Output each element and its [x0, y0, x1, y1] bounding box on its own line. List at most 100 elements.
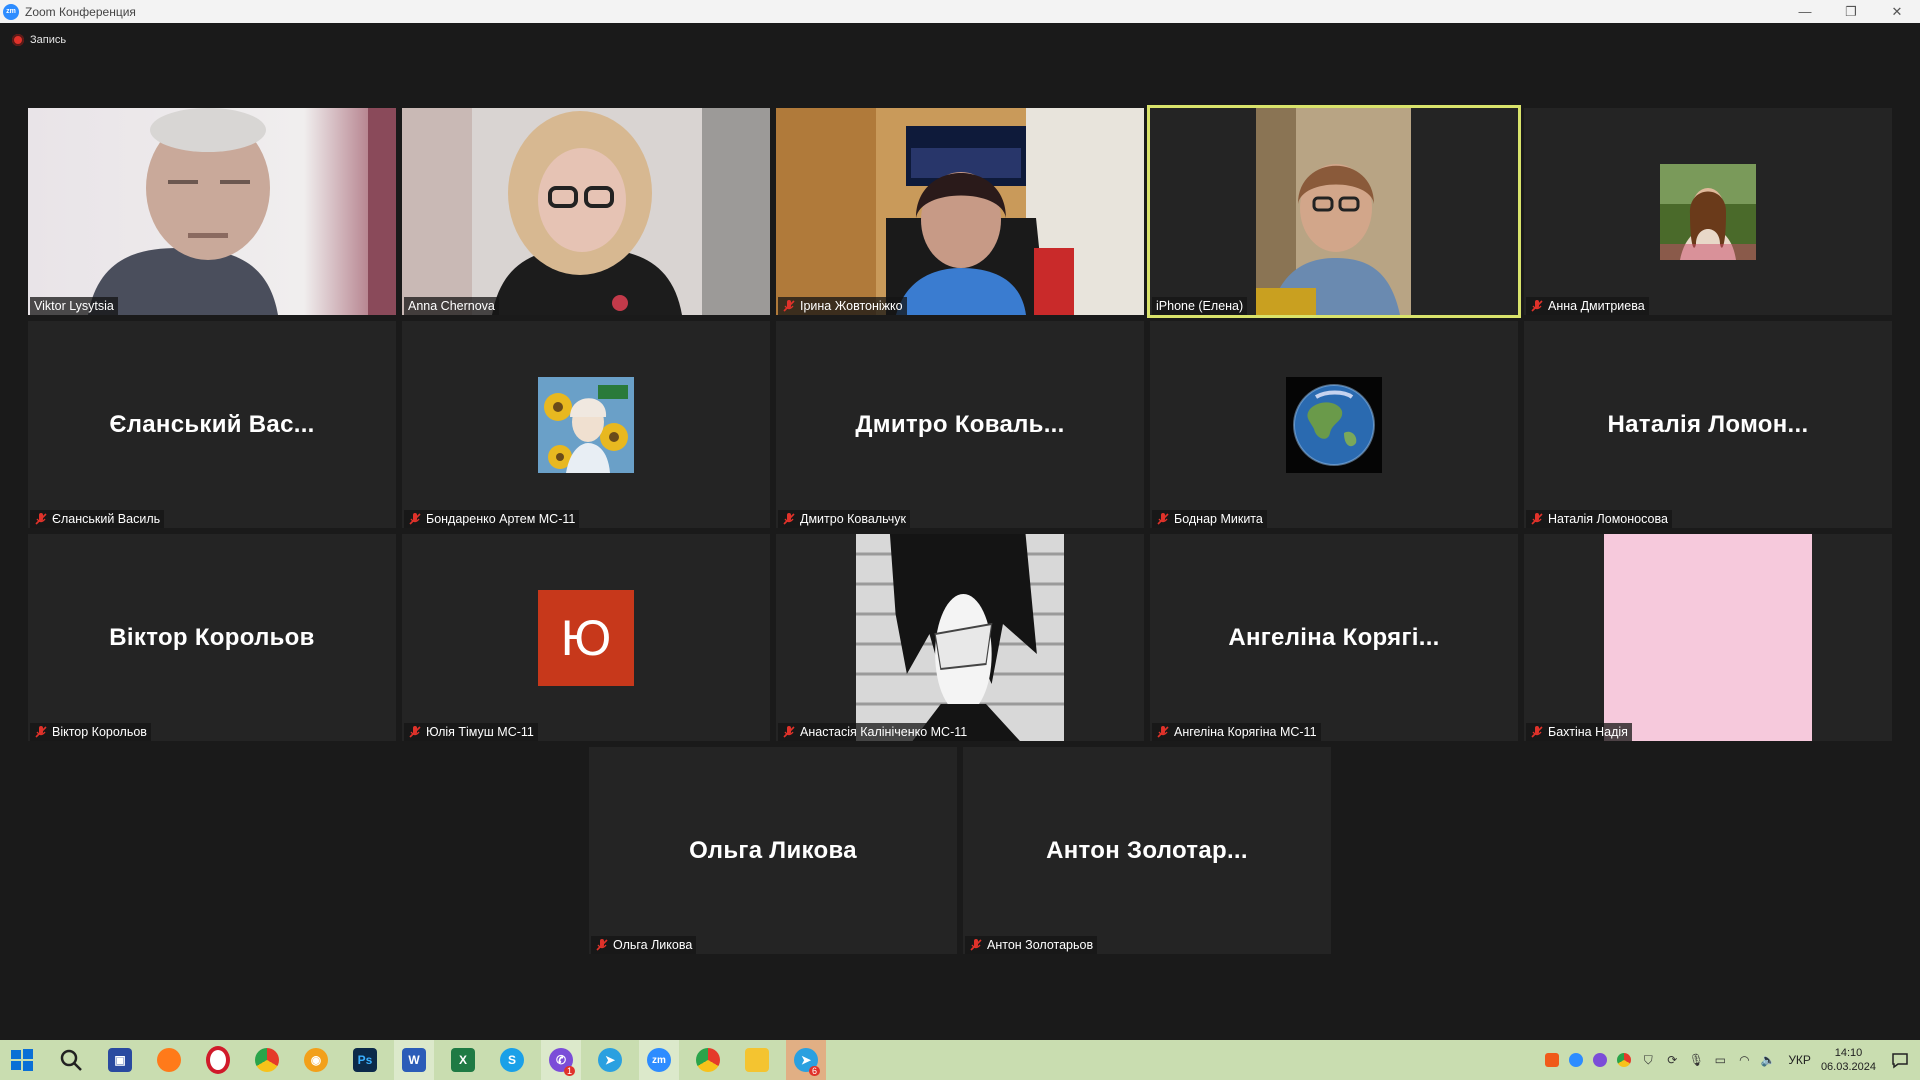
mic-muted-icon: [1157, 513, 1169, 525]
globe-icon: [1286, 376, 1382, 473]
tray-shield-icon[interactable]: ⛉: [1639, 1051, 1657, 1069]
video-tile-anastasia-kalinichenko[interactable]: Анастасія Калініченко МС-11: [776, 534, 1144, 741]
mic-muted-icon: [1531, 726, 1543, 738]
mic-muted-icon: [970, 939, 982, 951]
participant-name-label: Юлія Тімуш МС-11: [404, 723, 538, 741]
mic-muted-icon: [1531, 300, 1543, 312]
clock-time: 14:10: [1834, 1047, 1863, 1059]
participant-display-name: Єланський Вас...: [109, 410, 315, 438]
tray-sync-icon[interactable]: ⟳: [1663, 1051, 1681, 1069]
taskbar-app-eye[interactable]: ◉: [296, 1040, 336, 1080]
telegram-icon: ➤: [598, 1048, 622, 1072]
participant-name-label: Віктор Корольов: [30, 723, 151, 741]
taskbar-app-viber[interactable]: ✆ 1: [541, 1040, 581, 1080]
mic-muted-icon: [409, 726, 421, 738]
profile-image: [856, 534, 1064, 741]
record-icon: [12, 34, 24, 46]
participant-display-name: Ольга Ликова: [689, 836, 857, 864]
opera-icon: [206, 1046, 230, 1074]
tray-zoom-icon[interactable]: [1567, 1051, 1585, 1069]
participant-name-label: Анастасія Калініченко МС-11: [778, 723, 972, 741]
taskbar-app-zoom[interactable]: zm: [639, 1040, 679, 1080]
firefox-icon: [157, 1048, 181, 1072]
notifications-button[interactable]: [1890, 1050, 1910, 1070]
video-tile-natalia-lomonosova[interactable]: Наталія Ломон... Наталія Ломоносова: [1524, 321, 1892, 528]
taskbar-app-word[interactable]: W: [394, 1040, 434, 1080]
floppy-icon: ▣: [108, 1048, 132, 1072]
mic-muted-icon: [783, 726, 795, 738]
participant-name-label: Боднар Микита: [1152, 510, 1267, 528]
participant-name-label: Ірина Жовтоніжко: [778, 297, 907, 315]
recording-indicator[interactable]: Запись: [12, 34, 66, 46]
restore-button[interactable]: ❐: [1828, 0, 1874, 23]
video-tile-viktor-lysytsia[interactable]: Viktor Lysytsia: [28, 108, 396, 315]
profile-photo: [538, 376, 634, 473]
telegram-notification-badge: 6: [808, 1066, 820, 1076]
avatar-letter: Ю: [538, 589, 634, 686]
participant-display-name: Дмитро Коваль...: [855, 410, 1065, 438]
video-tile-bakhtina-nadia[interactable]: Бахтіна Надія: [1524, 534, 1892, 741]
video-tile-viktor-korolyov[interactable]: Віктор Корольов Віктор Корольов: [28, 534, 396, 741]
mic-muted-icon: [783, 300, 795, 312]
video-tile-anton-zolotaryov[interactable]: Антон Золотар... Антон Золотарьов: [963, 747, 1331, 954]
tray-viber-icon[interactable]: [1591, 1051, 1609, 1069]
mic-muted-icon: [783, 513, 795, 525]
participant-name-label: Єланський Василь: [30, 510, 165, 528]
clock[interactable]: 14:10 06.03.2024: [1821, 1046, 1876, 1074]
participant-display-name: Ангеліна Корягі...: [1228, 623, 1440, 651]
photoshop-icon: Ps: [353, 1048, 377, 1072]
battery-icon[interactable]: ▭: [1711, 1051, 1729, 1069]
participant-name-label: iPhone (Елена): [1152, 297, 1248, 315]
taskbar-app-opera[interactable]: [198, 1040, 238, 1080]
video-tile-anna-dmytrieva[interactable]: Анна Дмитриева: [1524, 108, 1892, 315]
windows-start-button[interactable]: [2, 1040, 42, 1080]
taskbar-app-excel[interactable]: X: [443, 1040, 483, 1080]
wifi-icon[interactable]: ◠: [1735, 1051, 1753, 1069]
participant-name-label: Anna Chernova: [404, 297, 499, 315]
zoom-icon: zm: [647, 1048, 671, 1072]
close-button[interactable]: ✕: [1874, 0, 1920, 23]
video-tile-dmytro-kovalchuk[interactable]: Дмитро Коваль... Дмитро Ковальчук: [776, 321, 1144, 528]
minimize-button[interactable]: —: [1782, 0, 1828, 23]
participant-video: [28, 108, 396, 315]
mic-muted-icon: [35, 513, 47, 525]
window-title: Zoom Конференция: [25, 4, 136, 19]
taskbar-app-telegram-2[interactable]: ➤ 6: [786, 1040, 826, 1080]
notification-icon: [1892, 1053, 1908, 1069]
video-tile-angelina-koryagina[interactable]: Ангеліна Корягі... Ангеліна Корягіна МС-…: [1150, 534, 1518, 741]
search-button[interactable]: [51, 1040, 91, 1080]
participant-name-label: Наталія Ломоносова: [1526, 510, 1672, 528]
video-tile-bodnar-mykyta[interactable]: Боднар Микита: [1150, 321, 1518, 528]
volume-icon[interactable]: 🔈: [1759, 1051, 1777, 1069]
mic-muted-icon: [1531, 513, 1543, 525]
participant-name-label: Дмитро Ковальчук: [778, 510, 911, 528]
taskbar-app-chrome-2[interactable]: [688, 1040, 728, 1080]
windows-taskbar: ▣ ◉ Ps W X S ✆ 1 ➤ zm ➤ 6 ⛉ ⟳ 🎙 ▭ ◠ 🔈 УК…: [0, 1040, 1920, 1080]
video-tile-iphone-elena[interactable]: iPhone (Елена): [1147, 105, 1521, 318]
video-tile-yulia-timush[interactable]: Ю Юлія Тімуш МС-11: [402, 534, 770, 741]
video-tile-yelanskyi-vasyl[interactable]: Єланський Вас... Єланський Василь: [28, 321, 396, 528]
mic-muted-icon: [596, 939, 608, 951]
video-tile-anna-chernova[interactable]: Anna Chernova: [402, 108, 770, 315]
tray-app-icon[interactable]: [1543, 1051, 1561, 1069]
video-tile-bondarenko-artem[interactable]: Бондаренко Артем МС-11: [402, 321, 770, 528]
taskbar-app-chrome[interactable]: [247, 1040, 287, 1080]
taskbar-app-skype[interactable]: S: [492, 1040, 532, 1080]
language-indicator[interactable]: УКР: [1788, 1053, 1811, 1067]
eye-icon: ◉: [304, 1048, 328, 1072]
participant-display-name: Антон Золотар...: [1046, 836, 1248, 864]
video-tile-olga-lykova[interactable]: Ольга Ликова Ольга Ликова: [589, 747, 957, 954]
tray-chrome-icon[interactable]: [1615, 1051, 1633, 1069]
video-tile-iryna-zhovtonizhko[interactable]: Ірина Жовтоніжко: [776, 108, 1144, 315]
taskbar-app-file-explorer[interactable]: [737, 1040, 777, 1080]
word-icon: W: [402, 1048, 426, 1072]
participant-name-label: Бондаренко Артем МС-11: [404, 510, 580, 528]
windows-logo-icon: [11, 1049, 33, 1071]
taskbar-app-floppy[interactable]: ▣: [100, 1040, 140, 1080]
system-tray: ⛉ ⟳ 🎙 ▭ ◠ 🔈 УКР 14:10 06.03.2024: [1540, 1040, 1920, 1080]
taskbar-app-photoshop[interactable]: Ps: [345, 1040, 385, 1080]
taskbar-app-telegram[interactable]: ➤: [590, 1040, 630, 1080]
viber-notification-badge: 1: [563, 1066, 575, 1076]
microphone-icon[interactable]: 🎙: [1687, 1051, 1705, 1069]
taskbar-app-firefox[interactable]: [149, 1040, 189, 1080]
